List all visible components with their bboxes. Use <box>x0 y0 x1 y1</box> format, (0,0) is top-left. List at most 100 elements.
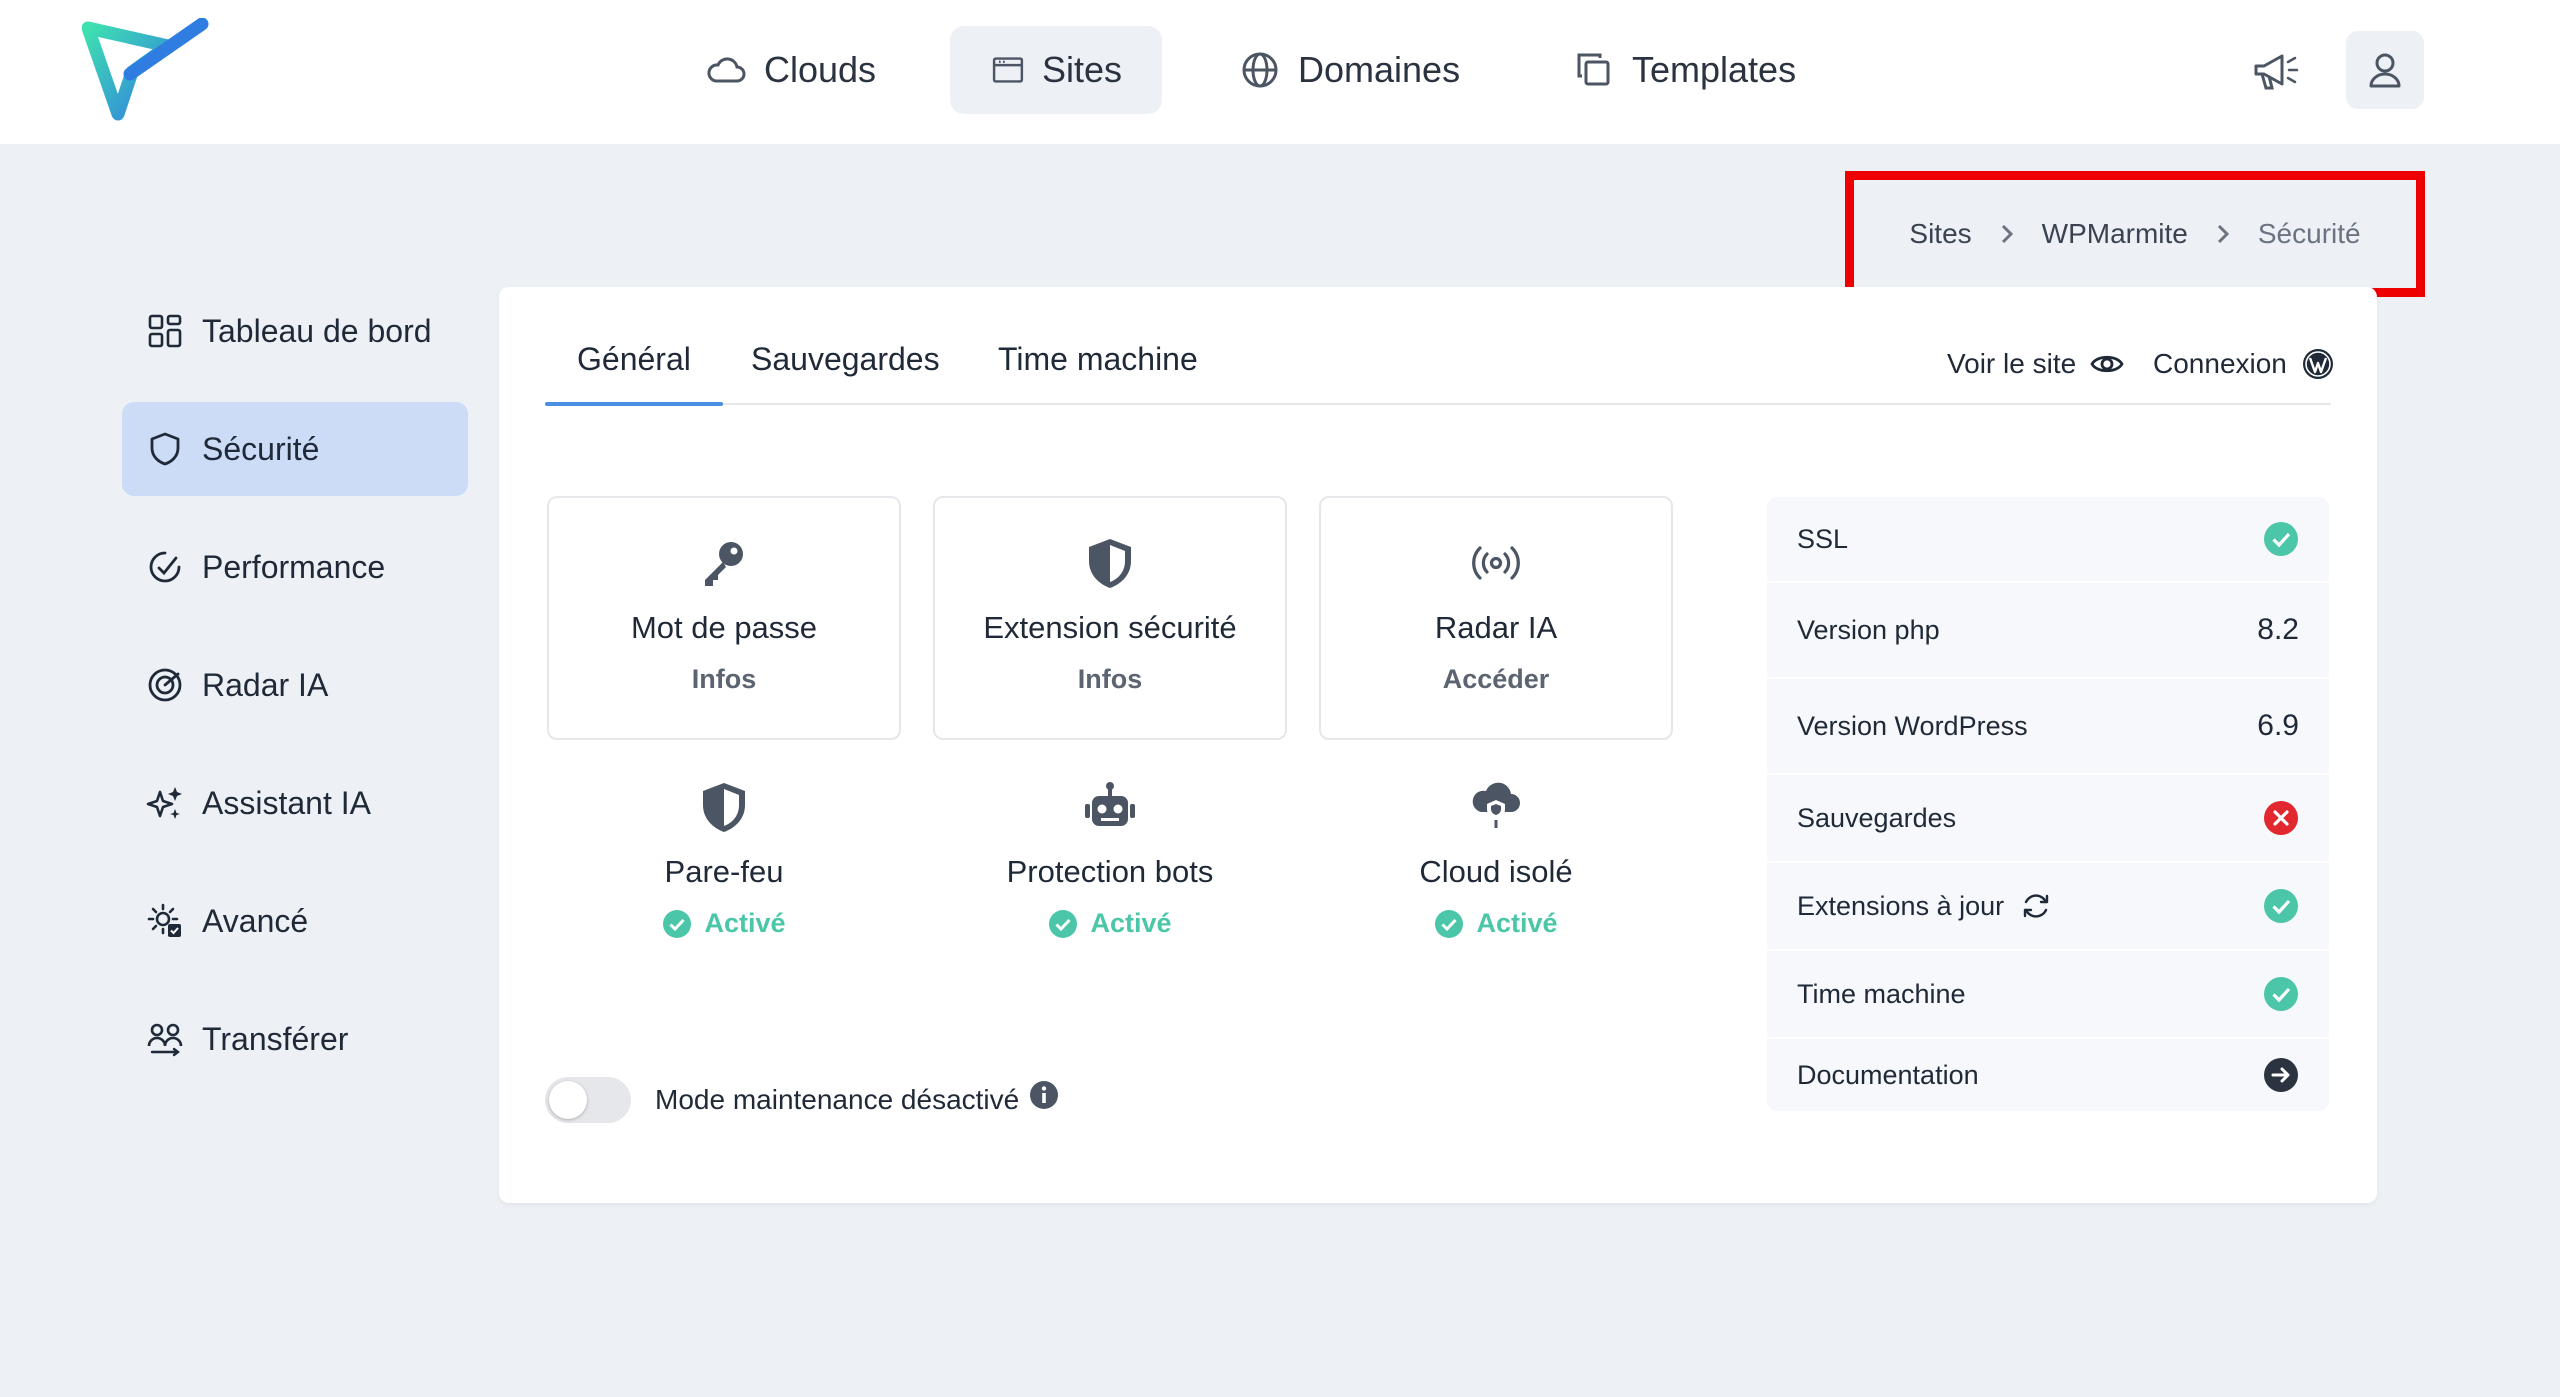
users-transfer-icon <box>147 1023 183 1057</box>
radar-icon <box>148 668 182 702</box>
status-label: Version WordPress <box>1797 710 2028 741</box>
status-label-group: Extensions à jour <box>1797 890 2052 922</box>
shield-half-icon <box>1089 539 1131 588</box>
status-label: Version php <box>1797 614 1940 645</box>
eye-icon <box>2090 355 2124 373</box>
feature-security-extension[interactable]: Extension sécurité Infos <box>933 496 1287 740</box>
sidebar-item-avance[interactable]: Avancé <box>122 874 468 968</box>
tab-time-machine[interactable]: Time machine <box>998 341 1198 403</box>
check-circle-icon <box>2264 889 2298 923</box>
robot-icon <box>1085 782 1135 826</box>
nav-sites-label: Sites <box>1041 49 1122 90</box>
feature-isolated-cloud: Cloud isolé Activé <box>1319 764 1673 1008</box>
status-label: Time machine <box>1797 978 1966 1009</box>
status-label: Documentation <box>1797 1059 1979 1090</box>
sidebar-item-assistant[interactable]: Assistant IA <box>122 756 468 850</box>
status-row-time-machine: Time machine <box>1767 951 2329 1039</box>
cloud-icon <box>707 57 746 83</box>
sidebar-item-label: Performance <box>202 548 386 585</box>
gear-check-icon <box>147 903 181 937</box>
check-circle-icon <box>2264 522 2298 556</box>
copy-icon <box>1577 53 1610 86</box>
breadcrumb-site[interactable]: WPMarmite <box>2042 218 2188 250</box>
status-label: Extensions à jour <box>1797 890 2005 921</box>
feature-title: Cloud isolé <box>1419 854 1573 889</box>
nav-templates-label: Templates <box>1632 49 1797 90</box>
feature-radar[interactable]: Radar IA Accéder <box>1319 496 1673 740</box>
status-value: 8.2 <box>2257 613 2299 646</box>
breadcrumb-current: Sécurité <box>2257 218 2361 249</box>
sidebar-item-transferer[interactable]: Transférer <box>122 992 468 1086</box>
globe-icon <box>1242 52 1278 88</box>
sidebar-item-label: Avancé <box>202 902 309 939</box>
check-circle-icon <box>663 909 692 938</box>
login-label: Connexion <box>2153 348 2287 379</box>
feature-title: Pare-feu <box>664 854 784 889</box>
sidebar-item-performance[interactable]: Performance <box>122 520 468 614</box>
feature-password[interactable]: Mot de passe Infos <box>547 496 901 740</box>
sidebar-item-label: Sécurité <box>202 430 320 467</box>
status-row-documentation[interactable]: Documentation <box>1767 1039 2329 1111</box>
sidebar-item-securite[interactable]: Sécurité <box>122 402 468 496</box>
view-site-link[interactable]: Voir le site <box>1947 347 2124 381</box>
feature-title: Radar IA <box>1434 610 1558 645</box>
arrow-right-circle-icon[interactable] <box>2263 1057 2299 1093</box>
nav-clouds[interactable]: Clouds <box>664 26 916 114</box>
nav-domaines-label: Domaines <box>1298 49 1461 90</box>
status-label: Sauvegardes <box>1797 802 1957 833</box>
sidebar-item-label: Tableau de bord <box>202 312 432 349</box>
feature-link[interactable]: Infos <box>1078 664 1143 695</box>
sparkles-icon <box>146 787 182 819</box>
nav-sites[interactable]: Sites <box>950 26 1162 114</box>
feature-bot-protection: Protection bots Activé <box>933 764 1287 1008</box>
tab-general[interactable]: Général <box>545 341 723 406</box>
feature-link[interactable]: Infos <box>692 664 757 695</box>
feature-status: Activé <box>1048 908 1172 939</box>
user-icon <box>2369 53 2401 88</box>
shield-icon <box>150 432 180 466</box>
megaphone-icon <box>2254 54 2299 90</box>
app-logo[interactable] <box>82 18 212 126</box>
status-value: 6.9 <box>2257 709 2299 742</box>
status-row-ssl: SSL <box>1767 497 2329 583</box>
feature-link[interactable]: Accéder <box>1443 664 1550 695</box>
feature-status-label: Activé <box>704 908 786 938</box>
nav-templates[interactable]: Templates <box>1532 26 1836 114</box>
status-row-backups: Sauvegardes <box>1767 775 2329 863</box>
sidebar-item-label: Transférer <box>202 1020 349 1057</box>
top-bar: Clouds Sites Domaines Templates <box>0 0 2560 144</box>
refresh-icon[interactable] <box>2020 890 2052 922</box>
chevron-right-icon <box>2217 224 2229 244</box>
breadcrumb-sites[interactable]: Sites <box>1909 218 1971 250</box>
status-row-wordpress: Version WordPress 6.9 <box>1767 679 2329 775</box>
feature-status: Activé <box>1434 908 1558 939</box>
sidebar-item-dashboard[interactable]: Tableau de bord <box>122 284 468 378</box>
feature-firewall: Pare-feu Activé <box>547 764 901 1008</box>
status-row-extensions: Extensions à jour <box>1767 863 2329 951</box>
status-row-php: Version php 8.2 <box>1767 583 2329 679</box>
feature-title: Mot de passe <box>630 610 818 645</box>
feature-title: Protection bots <box>1006 854 1214 889</box>
feature-title: Extension sécurité <box>983 610 1237 645</box>
wordpress-icon <box>2302 349 2333 379</box>
sidebar-item-label: Assistant IA <box>202 784 371 821</box>
user-menu-button[interactable] <box>2346 31 2424 109</box>
main-card: Général Sauvegardes Time machine Voir le… <box>499 287 2377 1203</box>
key-icon <box>705 542 743 586</box>
maintenance-toggle[interactable] <box>545 1077 631 1123</box>
login-link[interactable]: Connexion <box>2153 347 2335 381</box>
check-circle-icon <box>1435 909 1464 938</box>
nav-domaines[interactable]: Domaines <box>1198 26 1500 114</box>
check-circle-icon <box>2264 977 2298 1011</box>
sidebar-item-label: Radar IA <box>202 666 329 703</box>
tab-sauvegardes[interactable]: Sauvegardes <box>751 341 940 403</box>
info-icon[interactable] <box>1029 1080 1059 1110</box>
broadcast-icon <box>1472 546 1520 580</box>
feature-status-label: Activé <box>1476 908 1558 938</box>
feature-status-label: Activé <box>1090 908 1172 938</box>
sidebar-item-radar[interactable]: Radar IA <box>122 638 468 732</box>
check-circle-icon <box>1049 909 1078 938</box>
error-circle-icon <box>2264 801 2298 835</box>
status-label: SSL <box>1797 523 1849 554</box>
announcements-button[interactable] <box>2250 48 2302 96</box>
